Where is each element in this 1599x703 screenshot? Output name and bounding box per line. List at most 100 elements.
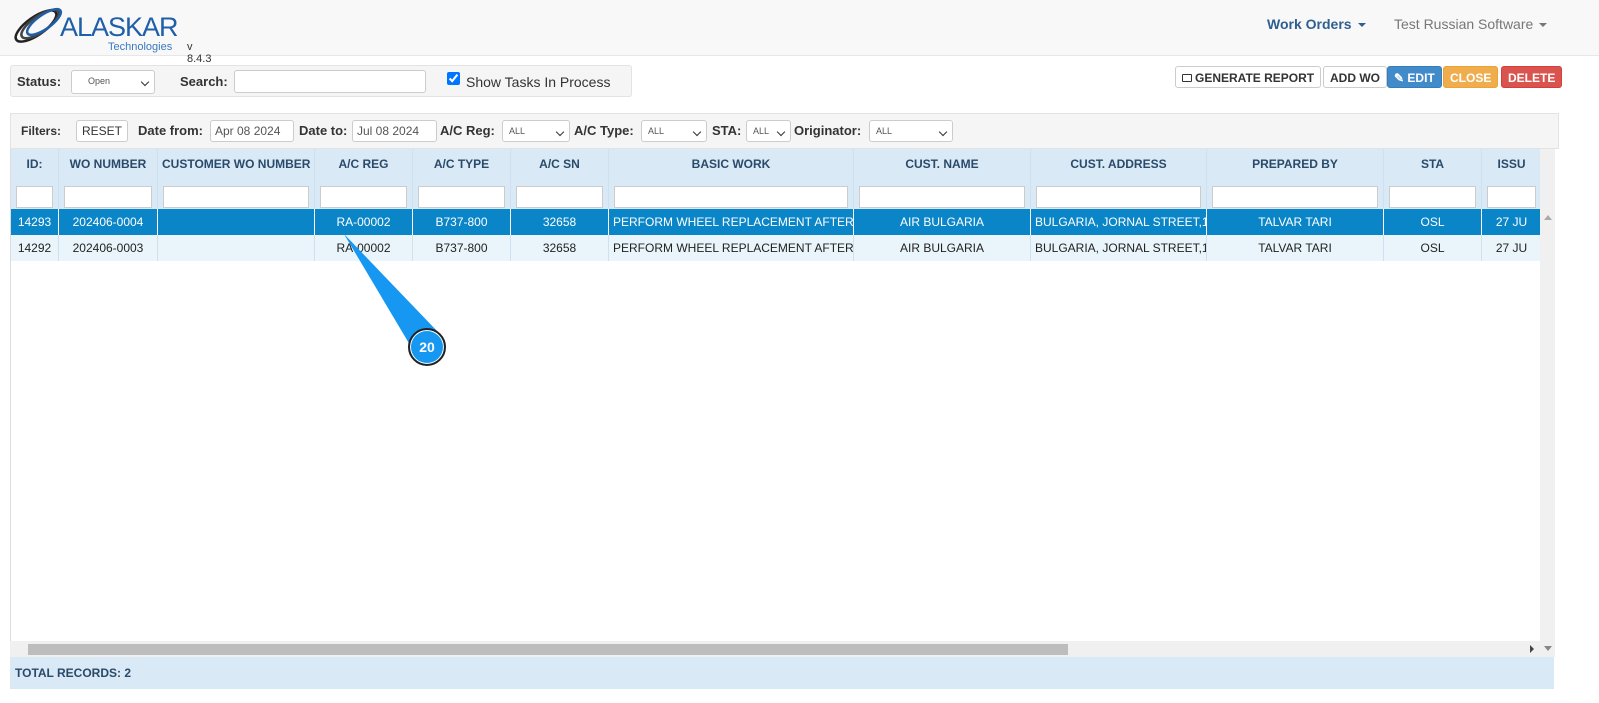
table-header: ID: WO NUMBER CUSTOMER WO NUMBER A/C REG A/C… [11, 149, 1540, 179]
horizontal-scrollbar[interactable] [10, 641, 1540, 657]
callout-badge: 20 [408, 328, 446, 366]
status-select[interactable]: Open [71, 70, 155, 94]
date-from-label: Date from: [138, 123, 204, 138]
date-to-input[interactable]: Jul 08 2024 [352, 120, 437, 142]
edit-icon: ✎ [1394, 71, 1405, 85]
column-header[interactable]: STA [1384, 149, 1482, 179]
add-wo-button[interactable]: ADD WO [1323, 66, 1387, 88]
table-cell: B737-800 [413, 235, 511, 261]
show-tasks-label: Show Tasks In Process [466, 74, 611, 90]
vertical-scrollbar[interactable] [1540, 149, 1555, 657]
caret-down-icon [1357, 23, 1366, 28]
nav-label: Work Orders [1267, 16, 1352, 32]
column-header[interactable]: A/C TYPE [413, 149, 511, 179]
filters-label: Filters: [21, 124, 62, 138]
column-filter-cell [59, 179, 158, 209]
column-filter-input[interactable] [516, 185, 603, 208]
button-label: GENERATE REPORT [1195, 71, 1315, 85]
work-orders-grid: ID: WO NUMBER CUSTOMER WO NUMBER A/C REG A/C… [10, 149, 1540, 657]
column-header[interactable]: PREPARED BY [1207, 149, 1384, 179]
column-header[interactable]: ID: [11, 149, 59, 179]
column-filter-row [11, 179, 1540, 209]
column-filter-input[interactable] [1212, 185, 1378, 208]
app-version: v 8.4.3 [187, 41, 212, 65]
column-filter-cell [158, 179, 315, 209]
scroll-right-icon[interactable] [1530, 645, 1534, 653]
column-filter-input[interactable] [64, 185, 152, 208]
delete-button[interactable]: DELETE [1501, 66, 1563, 88]
column-header[interactable]: WO NUMBER [59, 149, 158, 179]
status-label: Status: [17, 74, 62, 89]
printer-icon [1182, 74, 1192, 82]
close-wo-button[interactable]: CLOSE [1443, 66, 1499, 88]
scroll-down-icon[interactable] [1544, 646, 1552, 651]
column-header[interactable]: ISSU [1482, 149, 1540, 179]
table-cell: RA-00002 [315, 235, 413, 261]
table-row[interactable]: 14293 202406-0004 RA-00002 B737-800 32658 PER… [11, 209, 1540, 235]
ac-type-select[interactable]: ALL [641, 120, 707, 142]
filters-bar: Filters: RESET Date from: Apr 08 2024 Da… [10, 113, 1559, 149]
table-cell: OSL [1384, 235, 1482, 261]
scroll-up-icon[interactable] [1544, 215, 1552, 220]
button-label: EDIT [1407, 71, 1435, 85]
alaskar-logo[interactable]: ALASKAR Technologies v 8.4.3 [10, 4, 220, 65]
table-cell: OSL [1384, 209, 1482, 235]
search-input[interactable] [234, 70, 426, 93]
show-tasks-checkbox[interactable] [447, 72, 460, 85]
search-label: Search: [180, 74, 228, 89]
table-cell: BULGARIA, JORNAL STREET,1 [1031, 235, 1207, 261]
date-from-input[interactable]: Apr 08 2024 [210, 120, 294, 142]
ac-reg-label: A/C Reg: [440, 123, 495, 138]
column-filter-cell [1031, 179, 1207, 209]
table-cell: RA-00002 [315, 209, 413, 235]
table-cell: 14292 [11, 235, 59, 261]
ac-reg-select[interactable]: ALL [502, 120, 570, 142]
table-cell: 27 JU [1482, 235, 1540, 261]
generate-report-button[interactable]: GENERATE REPORT [1175, 66, 1322, 88]
column-filter-input[interactable] [1389, 185, 1476, 208]
caret-down-icon [1539, 23, 1548, 28]
column-header[interactable]: CUST. ADDRESS [1031, 149, 1207, 179]
nav-user-menu[interactable]: Test Russian Software [1394, 16, 1548, 32]
nav-label: Test Russian Software [1394, 16, 1534, 32]
sta-label: STA: [712, 123, 742, 138]
column-header[interactable]: BASIC WORK [609, 149, 854, 179]
reset-filters-button[interactable]: RESET [76, 120, 129, 142]
column-filter-cell [1482, 179, 1540, 209]
table-cell [158, 209, 315, 235]
nav-work-orders[interactable]: Work Orders [1267, 16, 1366, 32]
column-filter-cell [609, 179, 854, 209]
column-filter-cell [315, 179, 413, 209]
ac-type-label: A/C Type: [574, 123, 634, 138]
scrollbar-thumb[interactable] [28, 644, 1068, 655]
table-cell: 202406-0004 [59, 209, 158, 235]
edit-button[interactable]: ✎ EDIT [1387, 66, 1442, 88]
table-row[interactable]: 14292 202406-0003 RA-00002 B737-800 32658 PER… [11, 235, 1540, 261]
column-filter-input[interactable] [614, 185, 848, 208]
column-filter-input[interactable] [320, 185, 407, 208]
table-cell: B737-800 [413, 209, 511, 235]
table-cell: 202406-0003 [59, 235, 158, 261]
column-filter-input[interactable] [1036, 185, 1201, 208]
logo-text: ALASKAR [60, 12, 179, 42]
column-header[interactable]: A/C REG [315, 149, 413, 179]
column-header[interactable]: CUST. NAME [854, 149, 1031, 179]
table-cell: AIR BULGARIA [854, 235, 1031, 261]
table-cell: TALVAR TARI [1207, 235, 1384, 261]
column-filter-cell [11, 179, 59, 209]
column-header[interactable]: A/C SN [511, 149, 609, 179]
column-header[interactable]: CUSTOMER WO NUMBER [158, 149, 315, 179]
column-filter-input[interactable] [418, 185, 505, 208]
table-cell [158, 235, 315, 261]
column-filter-input[interactable] [16, 185, 53, 208]
table-cell: PERFORM WHEEL REPLACEMENT AFTER [609, 235, 854, 261]
search-bar: Status: Open Search: Show Tasks In Proce… [10, 65, 632, 97]
originator-select[interactable]: ALL [869, 120, 953, 142]
column-filter-cell [511, 179, 609, 209]
column-filter-input[interactable] [163, 185, 309, 208]
column-filter-input[interactable] [859, 185, 1025, 208]
column-filter-cell [1207, 179, 1384, 209]
table-cell: 32658 [511, 235, 609, 261]
column-filter-input[interactable] [1487, 185, 1536, 208]
sta-select[interactable]: ALL [746, 120, 791, 142]
